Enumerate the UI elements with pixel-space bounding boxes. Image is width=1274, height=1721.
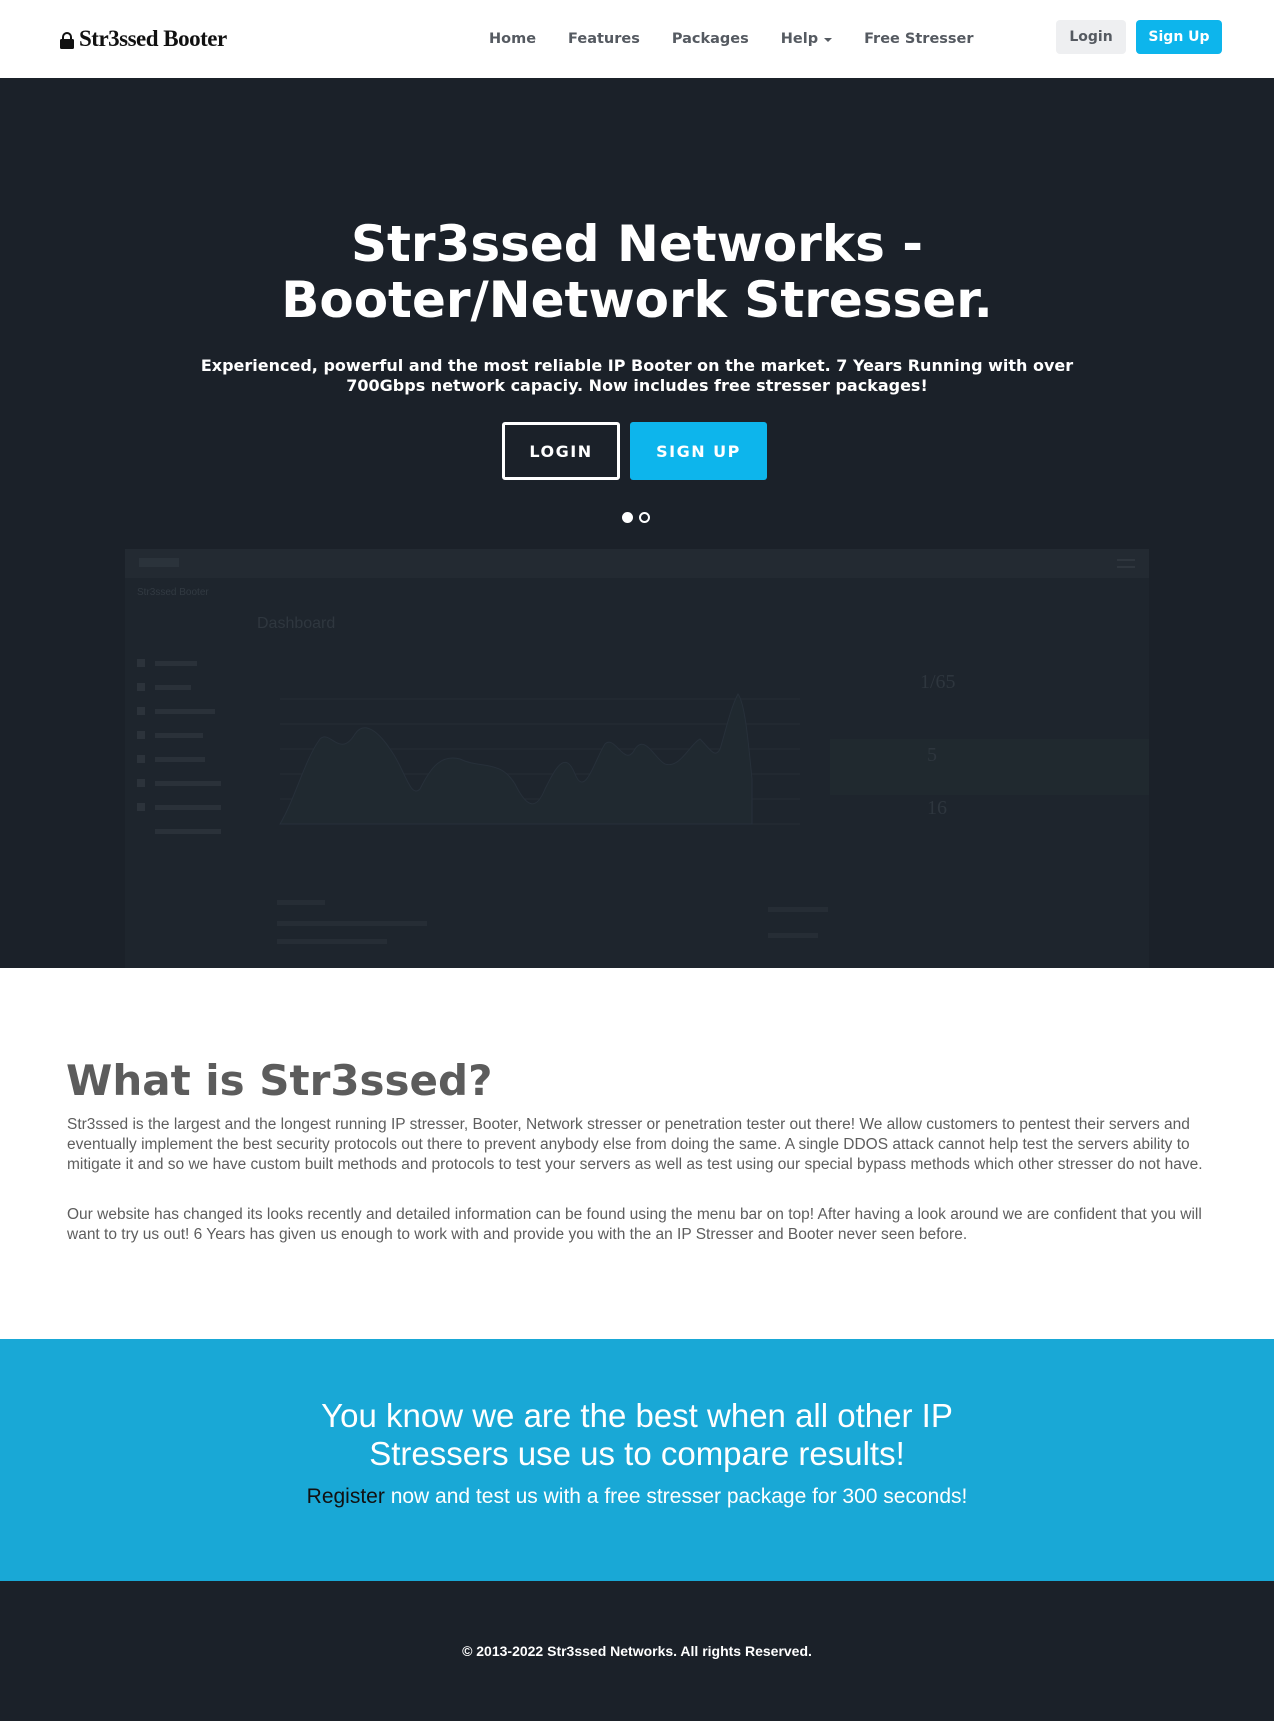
preview-table-row	[277, 900, 325, 905]
hero-title: Str3ssed Networks - Booter/Network Stres…	[0, 216, 1274, 328]
preview-sidebar-item	[137, 755, 205, 763]
nav-dropdown-help[interactable]: Help	[780, 31, 833, 47]
top-navbar: Str3ssed Booter Home Features Packages H…	[0, 0, 1274, 78]
preview-heading: Dashboard	[257, 615, 336, 632]
preview-sidebar-item	[137, 803, 221, 811]
preview-sidebar-item	[137, 827, 221, 835]
cta-title-line-1: You know we are the best when all other …	[321, 1397, 953, 1434]
menu-icon	[1117, 559, 1135, 568]
preview-sidebar-item	[137, 683, 191, 691]
about-paragraph-1: Str3ssed is the largest and the longest …	[67, 1116, 1203, 1173]
preview-stat-3: 16	[927, 797, 947, 819]
preview-table-row	[768, 933, 818, 938]
register-link[interactable]: Register	[307, 1485, 385, 1508]
preview-table-row	[277, 939, 387, 944]
about-title: What is Str3ssed?	[66, 1056, 493, 1105]
preview-sidebar-item	[137, 659, 197, 667]
preview-sidebar-item	[137, 707, 215, 715]
preview-sidebar-item	[137, 731, 203, 739]
cta-title: You know we are the best when all other …	[0, 1397, 1274, 1473]
preview-table-row	[768, 907, 828, 912]
brand-logo[interactable]: Str3ssed Booter	[60, 26, 227, 52]
hero-title-line-2: Booter/Network Stresser.	[281, 271, 993, 329]
nav-links: Home Features Packages Help Free Stresse…	[489, 31, 1006, 47]
nav-link-features[interactable]: Features	[568, 31, 640, 47]
cta-subtitle: Register now and test us with a free str…	[0, 1485, 1274, 1509]
nav-link-help-label: Help	[780, 31, 819, 47]
preview-stat-2: 5	[927, 744, 937, 766]
preview-stat-box	[830, 739, 1149, 795]
signup-button[interactable]: Sign Up	[1136, 20, 1222, 54]
hero-login-button[interactable]: LOGIN	[502, 422, 620, 480]
nav-link-free-stresser[interactable]: Free Stresser	[864, 31, 973, 47]
preview-topbar	[125, 549, 1149, 578]
cta-section: You know we are the best when all other …	[0, 1339, 1274, 1581]
preview-sidebar-item	[137, 779, 221, 787]
login-button[interactable]: Login	[1056, 20, 1126, 54]
footer: © 2013-2022 Str3ssed Networks. All right…	[0, 1581, 1274, 1721]
cta-title-line-2: Stressers use us to compare results!	[369, 1435, 905, 1472]
preview-table-row	[277, 921, 427, 926]
about-paragraph-2: Our website has changed its looks recent…	[67, 1206, 1202, 1243]
hero-section: Str3ssed Networks - Booter/Network Stres…	[0, 78, 1274, 968]
carousel-dot-2[interactable]	[639, 512, 650, 523]
dashboard-preview-image: Str3ssed Booter Dashboard 1/65 5 16	[125, 549, 1149, 968]
hero-subtitle: Experienced, powerful and the most relia…	[200, 356, 1074, 395]
cta-subtitle-text: now and test us with a free stresser pac…	[384, 1485, 968, 1508]
preview-brand: Str3ssed Booter	[137, 587, 209, 598]
lock-icon	[60, 32, 74, 49]
hero-signup-button[interactable]: SIGN UP	[630, 422, 767, 480]
footer-copyright: © 2013-2022 Str3ssed Networks. All right…	[462, 1643, 812, 1659]
preview-stat-1: 1/65	[920, 671, 956, 693]
hero-title-line-1: Str3ssed Networks -	[350, 215, 924, 273]
nav-link-home[interactable]: Home	[489, 31, 536, 47]
about-section: What is Str3ssed? Str3ssed is the larges…	[0, 968, 1274, 1339]
caret-down-icon	[824, 38, 833, 42]
carousel-indicators	[622, 512, 656, 523]
brand-name: Str3ssed Booter	[79, 26, 227, 51]
nav-link-packages[interactable]: Packages	[672, 31, 749, 47]
preview-area-chart	[279, 693, 800, 825]
carousel-dot-1[interactable]	[622, 512, 633, 523]
